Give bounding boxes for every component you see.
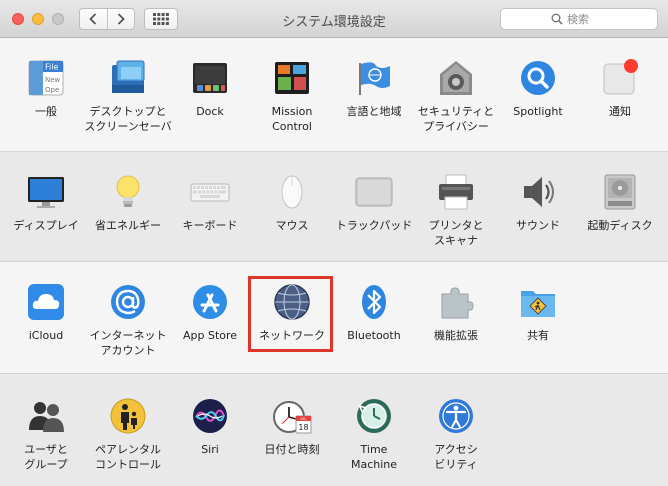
- search-icon: [551, 13, 563, 25]
- show-all-button[interactable]: [144, 8, 178, 30]
- search-field[interactable]: [500, 8, 658, 30]
- minimize-button[interactable]: [32, 13, 44, 25]
- back-button[interactable]: [80, 9, 107, 29]
- dock-icon: [190, 58, 230, 98]
- keyboard-icon: [190, 172, 230, 212]
- mouse-icon: [272, 172, 312, 212]
- spotlight-icon: [518, 58, 558, 98]
- toolbar: システム環境設定: [0, 0, 668, 38]
- search-input[interactable]: [563, 12, 607, 26]
- time-machine-icon: [354, 396, 394, 436]
- language-region-icon: [354, 58, 394, 98]
- accessibility-icon: [436, 396, 476, 436]
- navigation-buttons: [79, 8, 135, 30]
- pane-label: 起動ディスク: [587, 219, 653, 232]
- close-button[interactable]: [12, 13, 24, 25]
- startup-disk-icon: [600, 172, 640, 212]
- energy-saver-icon: [108, 172, 148, 212]
- pane-label: 通知: [609, 105, 631, 118]
- forward-button[interactable]: [106, 9, 135, 29]
- system-preferences-window: システム環境設定 File New Ope 一般: [0, 0, 668, 486]
- svg-text:File: File: [45, 63, 58, 72]
- grid-icon: [153, 13, 169, 25]
- chevron-right-icon: [117, 13, 125, 25]
- svg-text:New: New: [45, 76, 61, 84]
- internet-accounts-icon: [108, 282, 148, 322]
- icloud-icon: [26, 282, 66, 322]
- window-title: システム環境設定: [282, 15, 386, 30]
- trackpad-icon: [354, 172, 394, 212]
- section-system: ユーザと グループ ペアレンタル コントロール Siri JUL 18 日付と時…: [0, 374, 668, 486]
- desktop-screensaver-icon: [108, 58, 148, 98]
- section-hardware: ディスプレイ 省エネルギー キーボード マウス トラックパッド プリンタと スキ…: [0, 152, 668, 262]
- app-store-icon: [190, 282, 230, 322]
- bluetooth-icon: [354, 282, 394, 322]
- notifications-icon: [600, 58, 640, 98]
- sharing-icon: [518, 282, 558, 322]
- siri-icon: [190, 396, 230, 436]
- security-privacy-icon: [436, 58, 476, 98]
- section-personal: File New Ope 一般 デスクトップと スクリーンセーバ Dock Mi…: [0, 38, 668, 152]
- pane-label: 共有: [527, 329, 549, 342]
- users-groups-icon: [26, 396, 66, 436]
- date-time-icon: JUL 18: [272, 396, 312, 436]
- general-icon: File New Ope: [26, 58, 66, 98]
- svg-text:18: 18: [298, 423, 308, 432]
- zoom-button[interactable]: [52, 13, 64, 25]
- svg-text:JUL: JUL: [299, 416, 307, 421]
- section-internet-wireless: iCloud インターネット アカウント App Store ネットワーク Bl…: [0, 262, 668, 374]
- network-highlight-box: [248, 276, 333, 352]
- chevron-left-icon: [89, 13, 97, 25]
- mission-control-icon: [272, 58, 312, 98]
- svg-text:Ope: Ope: [45, 86, 59, 94]
- sound-icon: [518, 172, 558, 212]
- parental-controls-icon: [108, 396, 148, 436]
- printer-scanner-icon: [436, 172, 476, 212]
- extensions-icon: [436, 282, 476, 322]
- pane-label: アクセシ ビリティ: [434, 443, 478, 471]
- displays-icon: [26, 172, 66, 212]
